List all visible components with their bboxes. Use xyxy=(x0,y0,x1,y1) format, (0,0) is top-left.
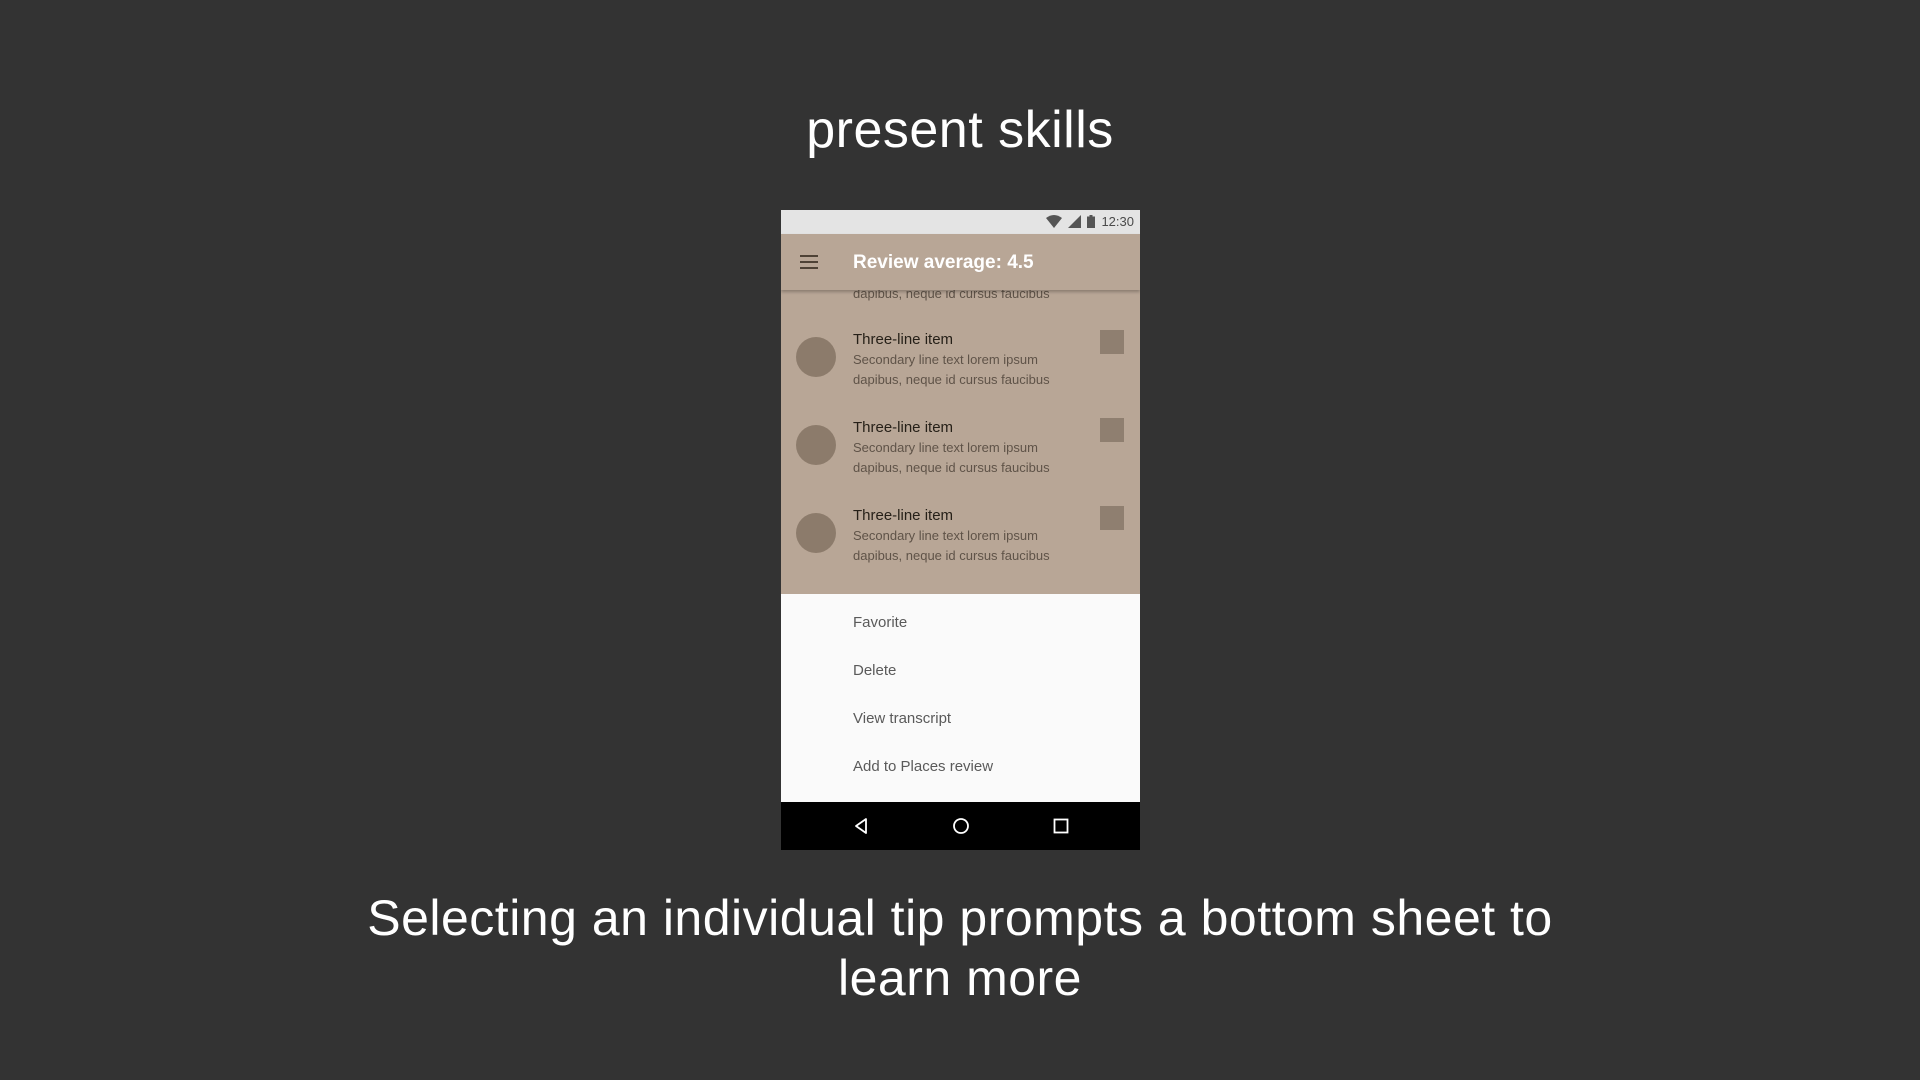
list-item-action[interactable] xyxy=(1100,330,1124,354)
list-item[interactable]: Three-line item Secondary line text lore… xyxy=(781,402,1140,490)
avatar xyxy=(796,337,836,377)
avatar xyxy=(796,425,836,465)
list-item-secondary: Secondary line text lorem ipsum xyxy=(853,440,1038,455)
list-item[interactable]: Three-line item Secondary line text lore… xyxy=(781,490,1140,578)
list-item-secondary: dapibus, neque id cursus faucibus xyxy=(853,460,1050,475)
list-item-title: Three-line item xyxy=(853,331,954,348)
sheet-item-view-transcript[interactable]: View transcript xyxy=(853,704,1123,734)
slide-title: present skills xyxy=(806,101,1114,159)
list-item[interactable]: Three-line item Secondary line text lore… xyxy=(781,314,1140,402)
avatar xyxy=(796,513,836,553)
list-item-secondary: Secondary line text lorem ipsum xyxy=(853,352,1038,367)
app-title: Review average: 4.5 xyxy=(853,252,1034,273)
list-item-secondary: dapibus, neque id cursus faucibus xyxy=(853,548,1050,563)
sheet-item-favorite[interactable]: Favorite xyxy=(853,608,1123,638)
list-item-secondary: dapibus, neque id cursus faucibus xyxy=(853,372,1050,387)
slide-caption: Selecting an individual tip prompts a bo… xyxy=(367,890,1553,1006)
status-time: 12:30 xyxy=(1101,214,1134,229)
cellular-signal-icon xyxy=(1068,215,1082,228)
bottom-sheet: Favorite Delete View transcript Add to P… xyxy=(781,594,1140,804)
list-item-partial-text: dapibus, neque id cursus faucibus xyxy=(853,290,1050,301)
app-bar: Review average: 4.5 xyxy=(781,234,1140,290)
list-item-secondary: Secondary line text lorem ipsum xyxy=(853,528,1038,543)
hamburger-menu-icon[interactable] xyxy=(800,255,818,269)
battery-icon xyxy=(1087,215,1096,228)
phone-screen: 12:30 Review average: 4.5 dapibus, neque… xyxy=(781,210,1140,850)
sheet-item-add-to-places-review[interactable]: Add to Places review xyxy=(853,752,1123,782)
list-item-title: Three-line item xyxy=(853,419,954,436)
back-icon[interactable] xyxy=(849,814,873,838)
wifi-icon xyxy=(1046,215,1063,228)
recents-icon[interactable] xyxy=(1049,814,1073,838)
list-item-action[interactable] xyxy=(1100,506,1124,530)
home-icon[interactable] xyxy=(949,814,973,838)
sheet-item-delete[interactable]: Delete xyxy=(853,656,1123,686)
status-bar: 12:30 xyxy=(781,210,1140,234)
list-item-action[interactable] xyxy=(1100,418,1124,442)
list-item-title: Three-line item xyxy=(853,507,954,524)
navigation-bar xyxy=(781,802,1140,850)
slide: present skills 12:30 Review average: 4.5… xyxy=(0,0,1920,1080)
